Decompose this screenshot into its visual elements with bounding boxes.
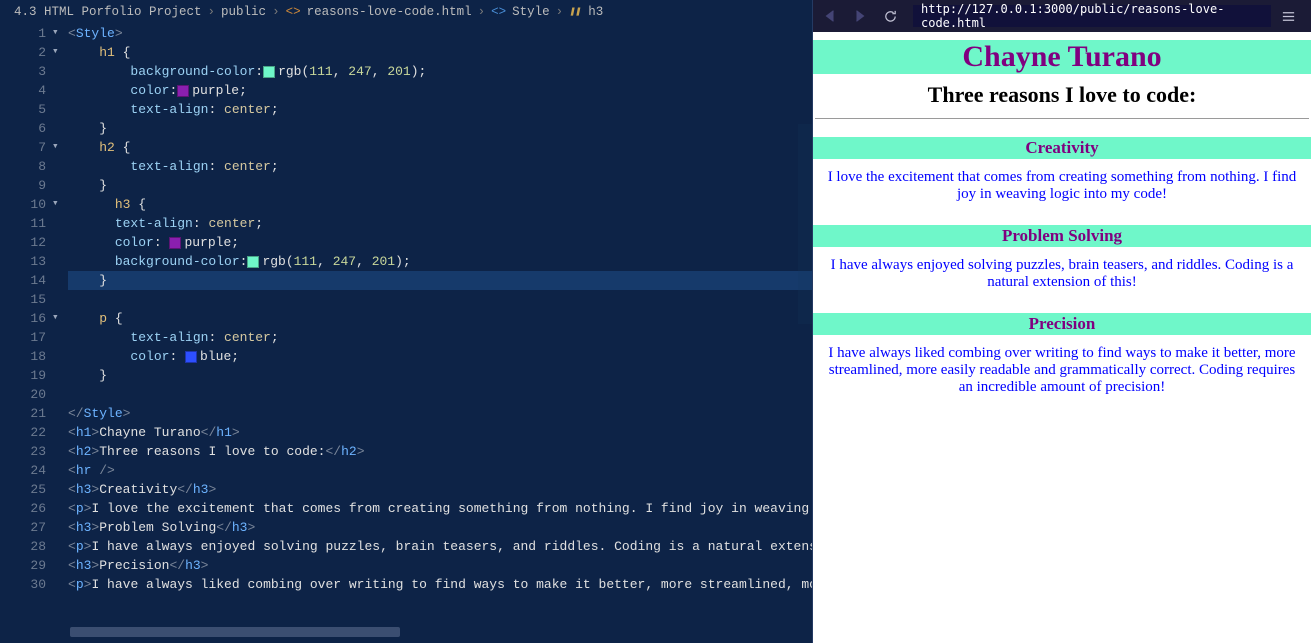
chevron-right-icon: › [478, 5, 486, 19]
section-icon: <> [491, 5, 506, 19]
back-button[interactable] [823, 9, 843, 23]
chevron-right-icon: › [272, 5, 280, 19]
divider [815, 118, 1309, 119]
url-bar[interactable]: http://127.0.0.1:3000/public/reasons-lov… [913, 5, 1271, 27]
breadcrumb-folder[interactable]: public [221, 5, 266, 19]
page-h2: Three reasons I love to code: [813, 82, 1311, 108]
section-paragraph: I have always enjoyed solving puzzles, b… [821, 257, 1303, 291]
section-paragraph: I have always liked combing over writing… [821, 345, 1303, 396]
fold-column[interactable]: ▾▾▾▾▾ [52, 24, 68, 643]
section-heading: Creativity [813, 137, 1311, 159]
chevron-right-icon: › [208, 5, 216, 19]
symbol-icon [569, 5, 582, 18]
horizontal-scrollbar[interactable] [70, 627, 798, 637]
preview-toolbar: http://127.0.0.1:3000/public/reasons-lov… [813, 0, 1311, 32]
url-text: http://127.0.0.1:3000/public/reasons-lov… [921, 2, 1263, 30]
preview-pane: http://127.0.0.1:3000/public/reasons-lov… [812, 0, 1311, 643]
editor-pane: 4.3 HTML Porfolio Project › public › <> … [0, 0, 812, 643]
breadcrumb-symbol[interactable]: h3 [588, 5, 603, 19]
minimap[interactable] [798, 124, 812, 324]
breadcrumbs: 4.3 HTML Porfolio Project › public › <> … [0, 0, 812, 24]
breadcrumb-section[interactable]: Style [512, 5, 550, 19]
html-file-icon: <> [286, 5, 301, 19]
breadcrumb-file[interactable]: reasons-love-code.html [307, 5, 472, 19]
section-heading: Problem Solving [813, 225, 1311, 247]
section-heading: Precision [813, 313, 1311, 335]
code-area[interactable]: 1234567891011121314151617181920212223242… [0, 24, 812, 643]
forward-button[interactable] [853, 9, 873, 23]
page-h1: Chayne Turano [813, 40, 1311, 74]
line-number-gutter: 1234567891011121314151617181920212223242… [0, 24, 52, 643]
reload-button[interactable] [883, 9, 903, 24]
section-paragraph: I love the excitement that comes from cr… [821, 169, 1303, 203]
breadcrumb-root[interactable]: 4.3 HTML Porfolio Project [14, 5, 202, 19]
scrollbar-thumb[interactable] [70, 627, 400, 637]
menu-icon[interactable] [1281, 9, 1301, 24]
rendered-page: Chayne Turano Three reasons I love to co… [813, 32, 1311, 643]
chevron-right-icon: › [556, 5, 564, 19]
code-content[interactable]: <Style> h1 { background-color: rgb(111, … [68, 24, 812, 643]
